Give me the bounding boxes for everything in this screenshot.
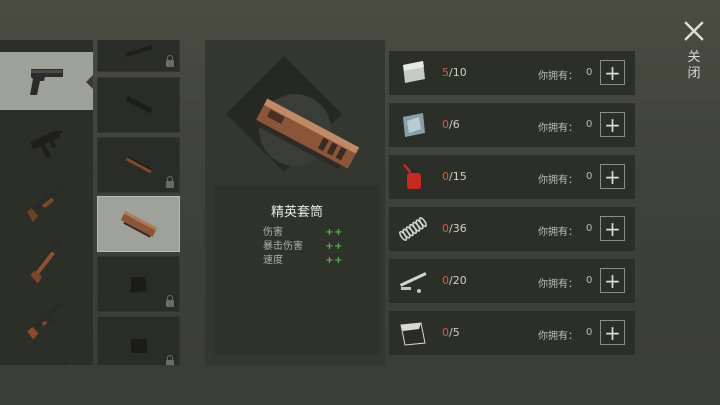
material-have: 0: [442, 118, 449, 131]
owned-value: 0: [586, 223, 593, 234]
pins-icon: [399, 272, 427, 293]
oil-can-icon: [403, 164, 421, 189]
stat-value: ++: [325, 255, 343, 266]
lock-icon: [166, 295, 174, 307]
slide-part-icon: [120, 211, 157, 238]
material-row: 0/15 你拥有： 0 +: [389, 155, 635, 199]
owned-value: 0: [586, 327, 593, 338]
steel-plate-icon: [403, 113, 425, 137]
stat-label: 速度: [263, 255, 283, 266]
stat-value: ++: [325, 227, 343, 238]
add-material-button[interactable]: +: [600, 164, 625, 189]
stat-row-crit-damage: 暴击伤害 ++: [263, 240, 343, 254]
close-label[interactable]: 关闭: [686, 50, 702, 82]
owned-label: 你拥有：: [538, 227, 578, 238]
close-icon[interactable]: [683, 20, 705, 42]
material-count: 0/15: [442, 170, 467, 183]
part-list[interactable]: [96, 40, 180, 365]
owned-value: 0: [586, 67, 593, 78]
lock-icon: [166, 355, 174, 365]
part-item-grip[interactable]: [97, 316, 180, 365]
material-need: /6: [449, 118, 460, 131]
material-count: 0/6: [442, 118, 460, 131]
material-have: 5: [442, 66, 449, 79]
owned-label: 你拥有：: [538, 331, 578, 342]
lock-icon: [166, 55, 174, 67]
owned-label: 你拥有：: [538, 123, 578, 134]
selection-arrow: [86, 74, 93, 90]
sniper-rifle-icon: [58, 358, 69, 365]
part-item-barrel[interactable]: [97, 40, 180, 72]
bent-plate-icon: [400, 322, 426, 346]
part-info-box: 精英套筒 伤害 ++ 暴击伤害 ++ 速度 ++: [214, 185, 380, 355]
add-material-button[interactable]: +: [600, 320, 625, 345]
lock-icon: [166, 176, 174, 188]
part-name: 精英套筒: [270, 205, 323, 220]
material-need: /10: [449, 66, 467, 79]
material-count: 5/10: [442, 66, 467, 79]
material-row: 0/36 你拥有： 0 +: [389, 207, 635, 251]
stat-row-speed: 速度 ++: [263, 254, 343, 268]
grip-part-icon: [130, 339, 147, 353]
owned-value: 0: [586, 171, 593, 182]
material-row: 0/20 你拥有： 0 +: [389, 259, 635, 303]
material-need: /5: [449, 326, 460, 339]
weapon-item-pistol[interactable]: [0, 52, 93, 110]
magazine-part-icon: [130, 277, 147, 293]
material-have: 0: [442, 326, 449, 339]
material-need: /36: [449, 222, 467, 235]
owned-label: 你拥有：: [538, 71, 578, 82]
material-need: /15: [449, 170, 467, 183]
hunting-rifle-icon: [29, 239, 61, 284]
stat-value: ++: [325, 241, 343, 252]
owned-label: 你拥有：: [538, 175, 578, 186]
spring-icon: [399, 217, 427, 241]
ak47-icon: [26, 301, 63, 340]
add-material-button[interactable]: +: [600, 268, 625, 293]
bottom-strip: [0, 365, 720, 405]
add-material-button[interactable]: +: [600, 112, 625, 137]
part-item-magazine[interactable]: [97, 256, 180, 312]
weapon-item-uzi[interactable]: [0, 112, 93, 170]
add-material-button[interactable]: +: [600, 60, 625, 85]
weapon-item-sniper-rifle[interactable]: [0, 349, 93, 365]
add-material-button[interactable]: +: [600, 216, 625, 241]
part-detail-panel: 精英套筒 伤害 ++ 暴击伤害 ++ 速度 ++: [205, 40, 385, 365]
part-item-slide[interactable]: [97, 196, 180, 252]
material-row: 0/6 你拥有： 0 +: [389, 103, 635, 147]
suppressor-part-icon: [125, 95, 153, 114]
weapon-item-shotgun[interactable]: [0, 171, 93, 229]
material-count: 0/36: [442, 222, 467, 235]
barrel-part-icon: [124, 44, 153, 58]
owned-value: 0: [586, 275, 593, 286]
copper-barrel-part-icon: [125, 155, 153, 174]
material-need: /20: [449, 274, 467, 287]
material-have: 0: [442, 222, 449, 235]
slide-part-large-icon: [253, 98, 360, 170]
material-have: 0: [442, 170, 449, 183]
shotgun-icon: [26, 184, 64, 223]
material-count: 0/20: [442, 274, 467, 287]
material-count: 0/5: [442, 326, 460, 339]
part-item-copper-barrel[interactable]: [97, 137, 180, 193]
stat-label: 伤害: [263, 227, 283, 238]
material-row: 5/10 你拥有： 0 +: [389, 51, 635, 95]
pistol-icon: [29, 69, 63, 95]
material-have: 0: [442, 274, 449, 287]
stat-row-damage: 伤害 ++: [263, 226, 343, 240]
material-row: 0/5 你拥有： 0 +: [389, 311, 635, 355]
metal-sheet-icon: [403, 61, 425, 83]
weapon-item-ak47[interactable]: [0, 290, 93, 348]
weapon-item-hunting-rifle[interactable]: [0, 230, 93, 288]
owned-label: 你拥有：: [538, 279, 578, 290]
stat-label: 暴击伤害: [263, 241, 303, 252]
owned-value: 0: [586, 119, 593, 130]
weapon-list[interactable]: [0, 40, 93, 365]
part-stats: 伤害 ++ 暴击伤害 ++ 速度 ++: [263, 226, 343, 268]
uzi-icon: [29, 129, 63, 159]
part-item-suppressor[interactable]: [97, 77, 180, 133]
